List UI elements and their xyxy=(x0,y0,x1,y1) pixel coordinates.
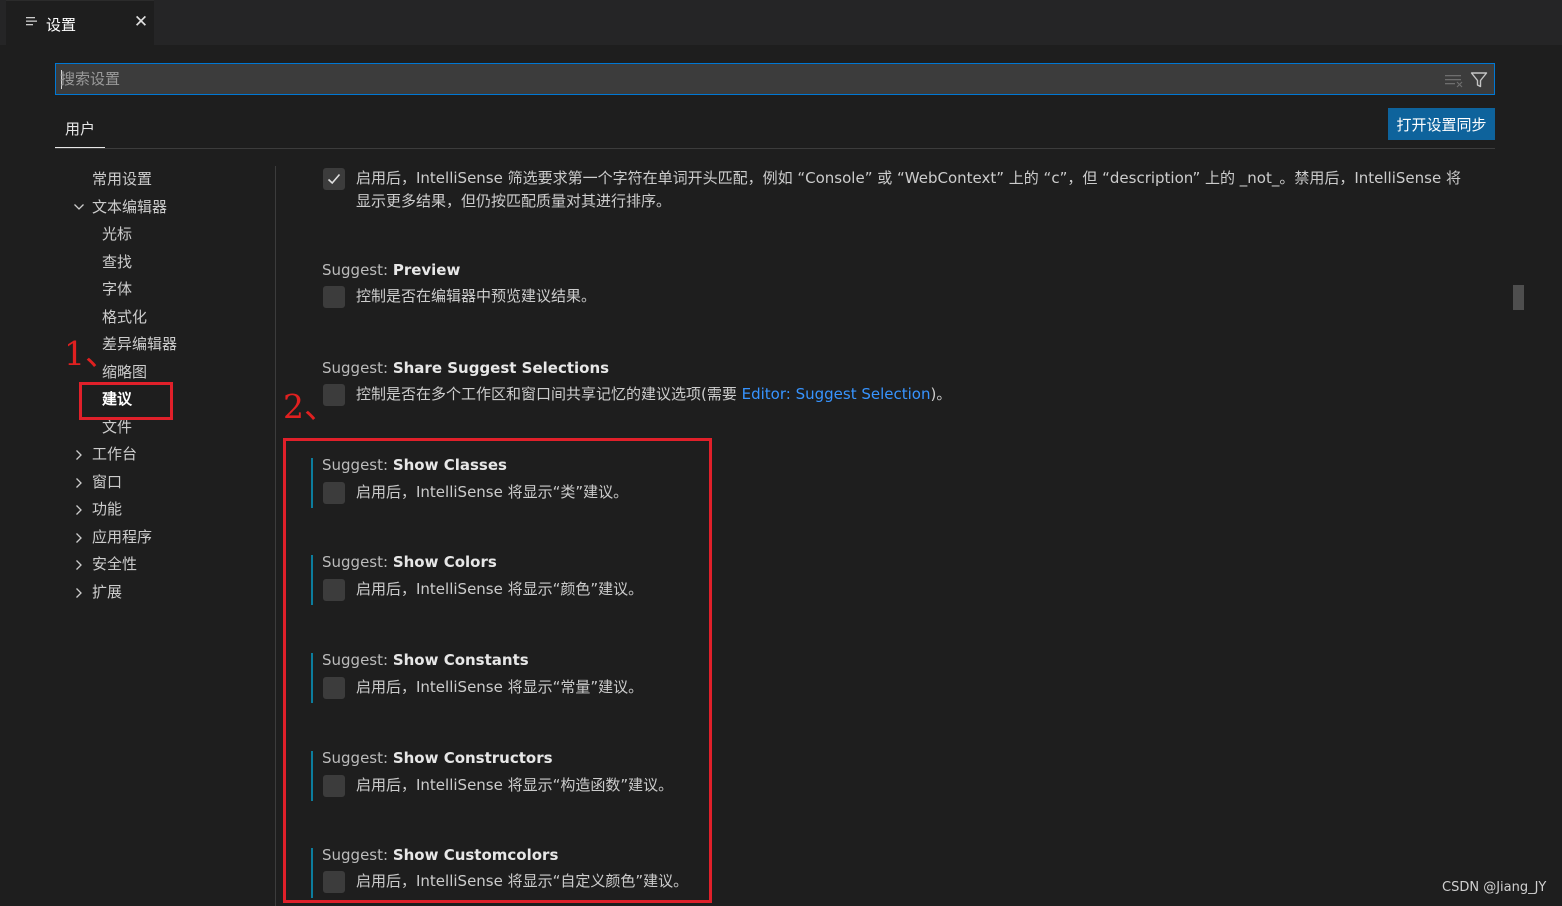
chevron-right-icon[interactable] xyxy=(73,559,85,571)
turn-on-settings-sync-button[interactable]: 打开设置同步 xyxy=(1388,108,1495,140)
setting-description: 控制是否在编辑器中预览建议结果。 xyxy=(356,287,597,305)
toc-item-window[interactable]: 窗口 xyxy=(92,469,122,496)
watermark: CSDN @Jiang_JY xyxy=(1442,880,1547,895)
annotation-box-toc xyxy=(79,382,173,420)
chevron-right-icon[interactable] xyxy=(73,587,85,599)
toc-item-find[interactable]: 查找 xyxy=(102,249,132,276)
chevron-right-icon[interactable] xyxy=(73,532,85,544)
setting-description: 控制是否在多个工作区和窗口间共享记忆的建议选项(需要 Editor: Sugge… xyxy=(356,385,952,403)
chevron-right-icon[interactable] xyxy=(73,504,85,516)
settings-toc: 常用设置 文本编辑器 光标 查找 字体 格式化 差异编辑器 缩略图 建议 文件 … xyxy=(55,166,275,906)
setting-title: Suggest: Preview xyxy=(322,261,461,279)
setting-title: Suggest: Share Suggest Selections xyxy=(322,359,610,377)
clear-filter-icon[interactable] xyxy=(1444,72,1464,88)
setting-link-editor-suggest-selection[interactable]: Editor: Suggest Selection xyxy=(742,385,931,403)
search-box xyxy=(55,63,1495,95)
toc-item-formatting[interactable]: 格式化 xyxy=(102,304,147,331)
toc-item-extensions[interactable]: 扩展 xyxy=(92,579,122,606)
chevron-right-icon[interactable] xyxy=(73,449,85,461)
toc-item-security[interactable]: 安全性 xyxy=(92,551,137,578)
toc-item-workbench[interactable]: 工作台 xyxy=(92,441,137,468)
chevron-right-icon[interactable] xyxy=(73,477,85,489)
close-icon[interactable]: ✕ xyxy=(130,11,152,33)
annotation-number-2: 2、 xyxy=(283,387,337,426)
setting-description: 启用后，IntelliSense 筛选要求第一个字符在单词开头匹配，例如 “Co… xyxy=(356,169,1461,210)
annotation-box-settings xyxy=(283,438,712,903)
search-input[interactable] xyxy=(60,64,1430,94)
check-icon xyxy=(327,173,341,185)
toc-item-text-editor[interactable]: 文本编辑器 xyxy=(92,194,167,221)
settings-tab-label: 设置 xyxy=(46,16,77,34)
chevron-down-icon[interactable] xyxy=(73,201,85,213)
setting-checkbox[interactable] xyxy=(323,286,345,308)
tab-user[interactable]: 用户 xyxy=(55,115,105,148)
toc-item-application[interactable]: 应用程序 xyxy=(92,524,152,551)
setting-checkbox-checked[interactable] xyxy=(323,168,345,190)
toc-item-commonly-used[interactable]: 常用设置 xyxy=(92,166,152,193)
annotation-number-1: 1、 xyxy=(64,334,118,373)
filter-icon[interactable] xyxy=(1470,71,1488,89)
settings-list-icon xyxy=(26,17,37,26)
toc-item-cursor[interactable]: 光标 xyxy=(102,221,132,248)
scope-divider xyxy=(55,148,1495,149)
editor-tab-bar: 设置 ✕ xyxy=(0,0,1562,45)
settings-tab[interactable]: 设置 ✕ xyxy=(6,0,154,45)
scrollbar-thumb[interactable] xyxy=(1513,285,1524,310)
toc-item-font[interactable]: 字体 xyxy=(102,276,132,303)
toc-item-features[interactable]: 功能 xyxy=(92,496,122,523)
